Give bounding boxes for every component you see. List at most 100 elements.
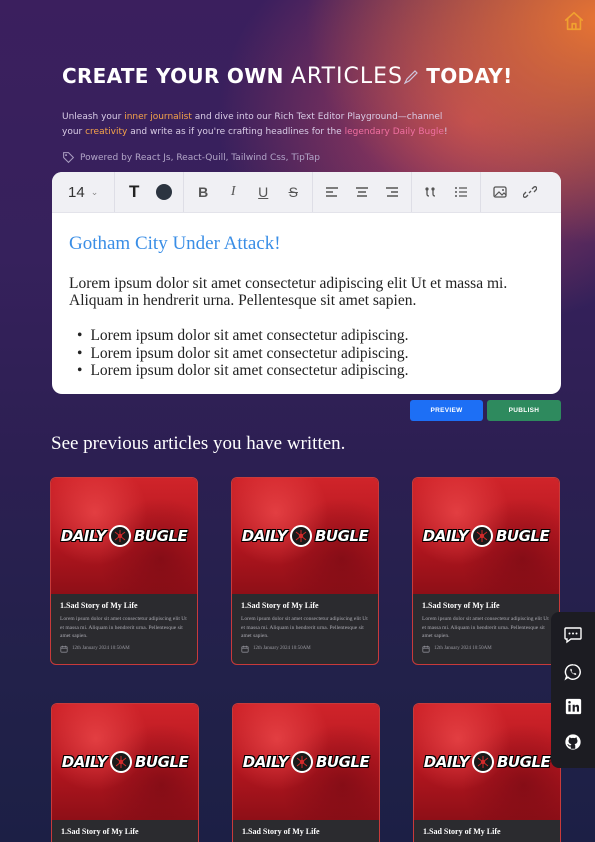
card-date-text: 12th January 2024 10:50AM (72, 646, 130, 651)
card-title: 1.Sad Story of My Life (423, 827, 501, 836)
spider-icon (109, 525, 131, 547)
logo-left-text: DAILY (422, 527, 469, 545)
code-block-icon (425, 187, 436, 197)
daily-bugle-logo: DAILY BUGLE (242, 751, 370, 773)
intro-text-4: ! (443, 127, 448, 137)
previous-articles-title: See previous articles you have written. (51, 433, 346, 454)
calendar-icon (60, 645, 68, 653)
intro-highlight-2: creativity (85, 127, 128, 137)
spider-icon (290, 525, 312, 547)
bullet-item: Lorem ipsum dolor sit amet consectetur a… (77, 362, 544, 380)
powered-by: Powered by React Js, React-Quill, Tailwi… (62, 151, 320, 164)
card-date: 12th January 2024 10:50AM (241, 645, 369, 653)
home-icon (564, 11, 584, 31)
linkedin-button[interactable] (565, 698, 582, 719)
logo-right-text: BUGLE (315, 527, 369, 545)
article-card[interactable]: DAILY BUGLE 1.Sad Story of My Life Lorem… (50, 477, 198, 665)
align-right-button[interactable] (381, 181, 403, 203)
daily-bugle-logo: DAILY BUGLE (423, 751, 551, 773)
hero-title-part2: TODAY! (426, 64, 513, 88)
underline-icon: U (258, 184, 269, 200)
card-excerpt: Lorem ipsum dolor sit amet consectetur a… (241, 616, 368, 639)
card-excerpt: Lorem ipsum dolor sit amet consectetur a… (422, 616, 549, 639)
align-center-icon (356, 187, 369, 197)
align-left-button[interactable] (321, 181, 343, 203)
daily-bugle-logo: DAILY BUGLE (60, 525, 188, 547)
article-card[interactable]: DAILY BUGLE 1.Sad Story of My Life (232, 703, 380, 842)
tag-icon (63, 152, 75, 164)
card-body: 1.Sad Story of My Life Lorem ipsum dolor… (51, 594, 197, 661)
code-block-button[interactable] (420, 181, 442, 203)
article-card[interactable]: DAILY BUGLE 1.Sad Story of My Life Lorem… (412, 477, 560, 665)
card-title: 1.Sad Story of My Life (422, 601, 500, 610)
article-card[interactable]: DAILY BUGLE 1.Sad Story of My Life (413, 703, 561, 842)
image-button[interactable] (489, 181, 511, 203)
block-group (412, 172, 482, 212)
font-size-group: 14 ⌄ (52, 172, 116, 212)
calendar-icon (422, 645, 430, 653)
logo-left-text: DAILY (242, 753, 289, 771)
home-button[interactable] (563, 10, 585, 32)
github-button[interactable] (564, 733, 582, 755)
whatsapp-button[interactable] (564, 663, 582, 685)
daily-bugle-banner: DAILY BUGLE (414, 704, 560, 820)
article-card[interactable]: DAILY BUGLE 1.Sad Story of My Life Lorem… (231, 477, 379, 665)
preview-button[interactable]: PREVIEW (410, 400, 483, 421)
text-style-button[interactable]: T (123, 181, 145, 203)
github-icon (565, 734, 581, 750)
strikethrough-icon: S (288, 184, 298, 200)
publish-button[interactable]: PUBLISH (487, 400, 561, 421)
spider-icon (291, 751, 313, 773)
card-body: 1.Sad Story of My Life Lorem ipsum dolor… (232, 594, 378, 661)
bold-button[interactable]: B (192, 181, 214, 203)
card-date-text: 12th January 2024 10:50AM (434, 646, 492, 651)
logo-left-text: DAILY (241, 527, 288, 545)
logo-right-text: BUGLE (496, 527, 550, 545)
daily-bugle-banner: DAILY BUGLE (232, 478, 378, 594)
card-date-text: 12th January 2024 10:50AM (253, 646, 311, 651)
italic-button[interactable]: I (222, 181, 244, 203)
align-left-icon (326, 187, 339, 197)
chat-button[interactable] (563, 625, 583, 649)
card-title: 1.Sad Story of My Life (61, 827, 139, 836)
editor-toolbar: 14 ⌄ T B I U S (52, 172, 561, 213)
spider-icon (472, 751, 494, 773)
chevron-down-icon: ⌄ (90, 186, 99, 197)
spider-icon (471, 525, 493, 547)
card-body: 1.Sad Story of My Life (233, 820, 379, 842)
card-title: 1.Sad Story of My Life (60, 601, 138, 610)
rich-text-editor: 14 ⌄ T B I U S Gotham City Under Attack!… (52, 172, 561, 394)
align-center-button[interactable] (351, 181, 373, 203)
bullet-list-button[interactable] (450, 181, 472, 203)
daily-bugle-banner: DAILY BUGLE (233, 704, 379, 820)
align-group (313, 172, 413, 212)
underline-button[interactable]: U (252, 181, 274, 203)
logo-right-text: BUGLE (135, 753, 189, 771)
image-icon (493, 186, 507, 198)
bullet-item: Lorem ipsum dolor sit amet consectetur a… (77, 327, 544, 345)
editor-content[interactable]: Gotham City Under Attack! Lorem ipsum do… (52, 213, 561, 380)
intro-highlight-3: legendary Daily Bugle (344, 127, 444, 137)
card-date: 12th January 2024 10:50AM (422, 645, 550, 653)
card-excerpt: Lorem ipsum dolor sit amet consectetur a… (60, 616, 187, 639)
article-paragraph: Lorem ipsum dolor sit amet consectetur a… (69, 275, 508, 309)
strike-button[interactable]: S (282, 181, 304, 203)
bold-icon: B (198, 184, 209, 200)
logo-left-text: DAILY (423, 753, 470, 771)
card-body: 1.Sad Story of My Life Lorem ipsum dolor… (413, 594, 559, 661)
social-sidebar (551, 612, 595, 768)
align-right-icon (386, 187, 399, 197)
article-card[interactable]: DAILY BUGLE 1.Sad Story of My Life (51, 703, 199, 842)
text-style-icon: T (129, 182, 140, 201)
hero-title-part1: CREATE YOUR OWN (62, 64, 284, 88)
font-size-select[interactable]: 14 ⌄ (60, 184, 106, 201)
text-color-button[interactable] (153, 181, 175, 203)
card-body: 1.Sad Story of My Life (414, 820, 560, 842)
chat-icon (564, 627, 582, 644)
link-button[interactable] (519, 181, 541, 203)
logo-left-text: DAILY (60, 527, 107, 545)
font-size-value: 14 (68, 183, 85, 201)
linkedin-icon (565, 699, 581, 715)
pencil-icon (403, 66, 419, 90)
powered-by-text: Powered by React Js, React-Quill, Tailwi… (80, 152, 321, 163)
